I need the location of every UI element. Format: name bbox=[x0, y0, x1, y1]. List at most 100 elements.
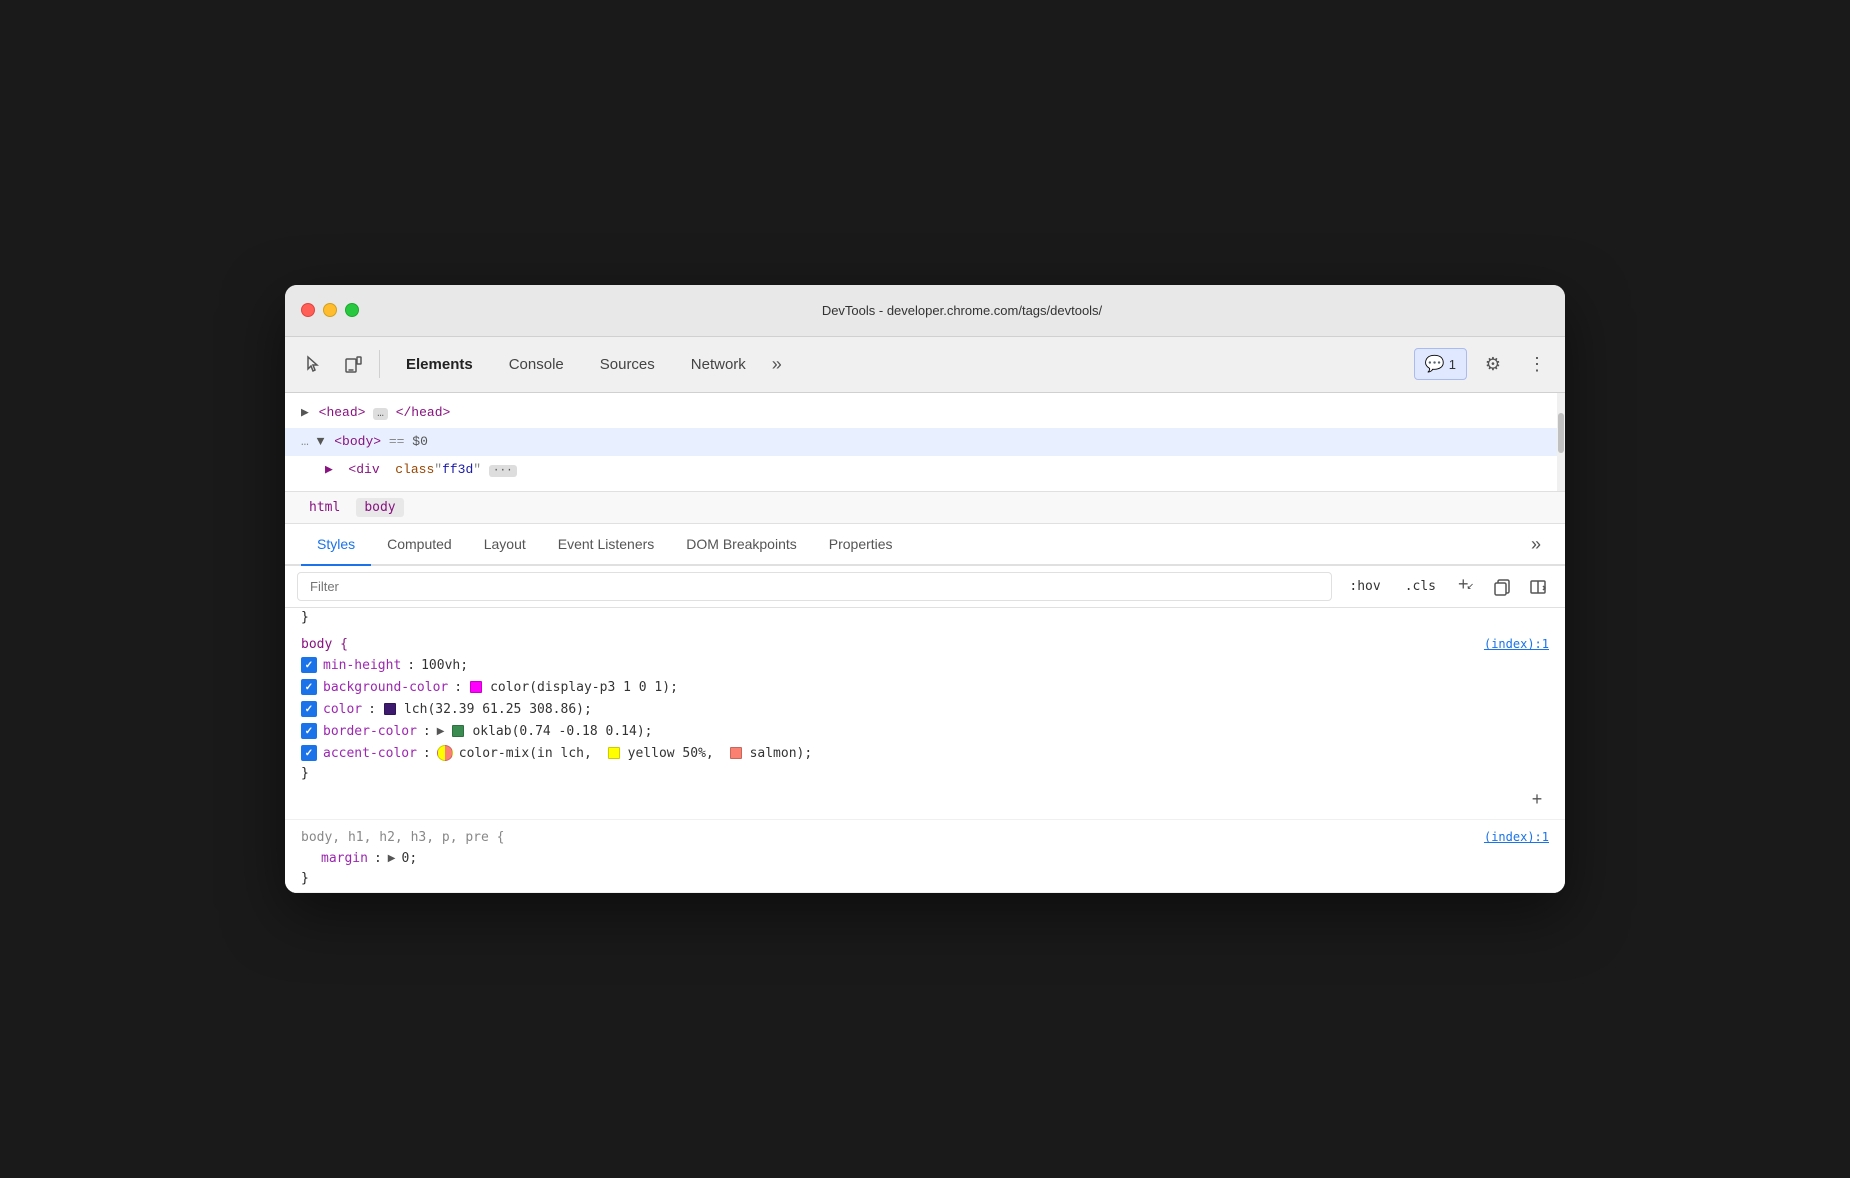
dom-head-line[interactable]: ▶ <head> … </head> bbox=[285, 399, 1565, 428]
css-value-border-color[interactable]: oklab(0.74 -0.18 0.14); bbox=[472, 724, 652, 739]
dom-arrow-icon: ▶ bbox=[301, 405, 309, 420]
css-colon-3: : bbox=[368, 702, 376, 717]
yellow-swatch[interactable] bbox=[608, 747, 620, 759]
notification-button[interactable]: 💬 1 bbox=[1414, 348, 1467, 380]
dom-body-line[interactable]: … ▼ <body> == $0 bbox=[285, 428, 1565, 457]
css-value-bg-color[interactable]: color(display-p3 1 0 1); bbox=[490, 680, 678, 695]
tab-computed[interactable]: Computed bbox=[371, 524, 468, 566]
layout-toggle-button[interactable] bbox=[1523, 573, 1553, 601]
dom-ellipsis[interactable]: … bbox=[373, 408, 388, 420]
add-rule-container: + bbox=[285, 783, 1565, 815]
css-prop-color: color : lch(32.39 61.25 308.86); bbox=[285, 698, 1565, 720]
scrollbar-thumb[interactable] bbox=[1558, 413, 1564, 453]
tab-layout[interactable]: Layout bbox=[468, 524, 542, 566]
css-value-min-height[interactable]: 100vh; bbox=[421, 658, 468, 673]
css-propname-bg-color[interactable]: background-color bbox=[323, 680, 448, 695]
filter-bar: :hov .cls + ↙ bbox=[285, 566, 1565, 608]
dom-head-tag: <head> bbox=[319, 405, 366, 420]
css-source-body-multi[interactable]: (index):1 bbox=[1484, 830, 1549, 844]
css-checkbox-bg-color[interactable] bbox=[301, 679, 317, 695]
traffic-lights bbox=[301, 303, 359, 317]
dom-partial-content: ▶ <div class"ff3d" ··· bbox=[325, 462, 517, 477]
css-checkbox-color[interactable] bbox=[301, 701, 317, 717]
tab-sources[interactable]: Sources bbox=[582, 348, 673, 381]
tab-console[interactable]: Console bbox=[491, 348, 582, 381]
css-value-yellow: yellow 50%, bbox=[628, 746, 722, 761]
css-value-salmon: salmon); bbox=[750, 746, 813, 761]
tab-event-listeners[interactable]: Event Listeners bbox=[542, 524, 671, 566]
css-rule2-close: } bbox=[285, 869, 1565, 888]
devtools-window: DevTools - developer.chrome.com/tags/dev… bbox=[285, 285, 1565, 893]
more-menu-button[interactable]: ⋮ bbox=[1519, 346, 1555, 382]
toolbar-separator bbox=[379, 350, 380, 378]
color-swatch[interactable] bbox=[384, 703, 396, 715]
dom-body-tag: <body> bbox=[334, 434, 381, 449]
css-value-margin[interactable]: 0; bbox=[402, 851, 418, 866]
css-panel: } body { (index):1 min-height : 100vh; b… bbox=[285, 608, 1565, 893]
tab-elements[interactable]: Elements bbox=[388, 348, 491, 381]
settings-button[interactable]: ⚙ bbox=[1475, 346, 1511, 382]
css-checkbox-min-height[interactable] bbox=[301, 657, 317, 673]
css-colon-6: : bbox=[374, 851, 382, 866]
css-prop-border-color: border-color : ▶ oklab(0.74 -0.18 0.14); bbox=[285, 720, 1565, 742]
copy-icon bbox=[1493, 578, 1511, 596]
css-checkbox-border-color[interactable] bbox=[301, 723, 317, 739]
dom-partial-line[interactable]: ▶ <div class"ff3d" ··· bbox=[285, 456, 1565, 485]
notification-count: 1 bbox=[1449, 357, 1456, 372]
breadcrumb-html[interactable]: html bbox=[301, 498, 348, 517]
dom-dots: … bbox=[301, 434, 309, 449]
device-icon bbox=[343, 354, 363, 374]
filter-input[interactable] bbox=[297, 572, 1332, 601]
css-prop-accent-color: accent-color : color-mix(in lch, yellow … bbox=[285, 742, 1565, 764]
css-propname-accent-color[interactable]: accent-color bbox=[323, 746, 417, 761]
toolbar-right: 💬 1 ⚙ ⋮ bbox=[1414, 346, 1555, 382]
breadcrumb-body[interactable]: body bbox=[356, 498, 403, 517]
dom-panel: ▶ <head> … </head> … ▼ <body> == $0 ▶ <d… bbox=[285, 393, 1565, 492]
css-propname-color[interactable]: color bbox=[323, 702, 362, 717]
tab-network[interactable]: Network bbox=[673, 348, 764, 381]
maximize-button[interactable] bbox=[345, 303, 359, 317]
accent-color-swatch[interactable] bbox=[437, 745, 453, 761]
settings-icon: ⚙ bbox=[1485, 354, 1501, 375]
css-value-accent-color-prefix: color-mix(in lch, bbox=[459, 746, 600, 761]
styles-more-icon[interactable]: » bbox=[1523, 526, 1549, 563]
filter-input-container bbox=[297, 572, 1332, 601]
css-rule1-close: } bbox=[285, 764, 1565, 783]
toolbar-tabs: Elements Console Sources Network » bbox=[388, 348, 1410, 381]
layout-icon bbox=[1529, 578, 1547, 596]
salmon-swatch[interactable] bbox=[730, 747, 742, 759]
css-source-body[interactable]: (index):1 bbox=[1484, 637, 1549, 651]
copy-styles-button[interactable] bbox=[1487, 573, 1517, 601]
add-rule-button[interactable]: + bbox=[1525, 787, 1549, 811]
add-icon: + bbox=[1458, 574, 1469, 595]
force-state-button[interactable]: :hov bbox=[1340, 574, 1389, 599]
css-propname-min-height[interactable]: min-height bbox=[323, 658, 401, 673]
more-tabs-icon[interactable]: » bbox=[764, 354, 790, 375]
close-button[interactable] bbox=[301, 303, 315, 317]
tab-dom-breakpoints[interactable]: DOM Breakpoints bbox=[670, 524, 812, 566]
border-color-triangle[interactable]: ▶ bbox=[437, 726, 445, 737]
tab-properties[interactable]: Properties bbox=[813, 524, 909, 566]
toggle-class-button[interactable]: .cls bbox=[1396, 574, 1445, 599]
cursor-tool-button[interactable] bbox=[295, 346, 331, 382]
css-propname-border-color[interactable]: border-color bbox=[323, 724, 417, 739]
css-selector-body[interactable]: body { bbox=[301, 637, 348, 652]
styles-tabs-bar: Styles Computed Layout Event Listeners D… bbox=[285, 524, 1565, 566]
border-color-swatch[interactable] bbox=[452, 725, 464, 737]
css-checkbox-accent-color[interactable] bbox=[301, 745, 317, 761]
tab-styles[interactable]: Styles bbox=[301, 524, 371, 566]
dom-head-close-tag: </head> bbox=[396, 405, 451, 420]
css-value-color[interactable]: lch(32.39 61.25 308.86); bbox=[404, 702, 592, 717]
css-prop-margin: margin : ▶ 0; bbox=[285, 847, 1565, 869]
cursor-icon bbox=[303, 354, 323, 374]
margin-triangle[interactable]: ▶ bbox=[388, 853, 396, 864]
add-style-button[interactable]: + ↙ bbox=[1451, 573, 1481, 601]
dom-dollar-zero: $0 bbox=[412, 434, 428, 449]
bg-color-swatch[interactable] bbox=[470, 681, 482, 693]
css-prop-min-height: min-height : 100vh; bbox=[285, 654, 1565, 676]
minimize-button[interactable] bbox=[323, 303, 337, 317]
css-propname-margin[interactable]: margin bbox=[321, 851, 368, 866]
css-selector-body-multi[interactable]: body, h1, h2, h3, p, pre { bbox=[301, 830, 505, 845]
devtools-toolbar: Elements Console Sources Network » 💬 1 ⚙… bbox=[285, 337, 1565, 393]
device-toggle-button[interactable] bbox=[335, 346, 371, 382]
